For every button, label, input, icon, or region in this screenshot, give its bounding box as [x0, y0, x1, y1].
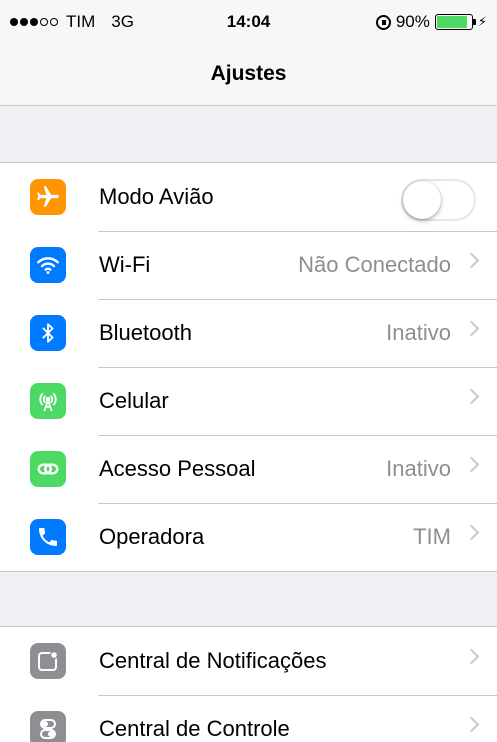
chevron-right-icon: [463, 716, 480, 733]
battery-icon: [434, 14, 476, 30]
hotspot-status-value: Inativo: [386, 456, 451, 481]
chevron-right-icon: [463, 648, 480, 665]
status-bar: TIM 3G 14:04 90% ⚡: [0, 0, 497, 40]
row-label: Bluetooth: [99, 320, 192, 345]
row-wifi[interactable]: Wi-Fi Não Conectado: [0, 231, 497, 299]
charging-bolt-icon: ⚡: [477, 14, 487, 29]
row-label: Modo Avião: [99, 184, 214, 209]
chevron-right-icon: [463, 252, 480, 269]
row-label: Operadora: [99, 524, 205, 549]
settings-group-connectivity: Modo Avião Wi-Fi Não Conectado Bluetooth…: [0, 162, 497, 572]
row-label: Acesso Pessoal: [99, 456, 256, 481]
personal-hotspot-icon: [30, 451, 66, 487]
settings-group-centers: Central de Notificações Central de Contr…: [0, 626, 497, 742]
toggle-knob: [403, 181, 441, 219]
row-bluetooth[interactable]: Bluetooth Inativo: [0, 299, 497, 367]
battery-percent: 90%: [395, 12, 430, 31]
row-cellular[interactable]: Celular: [0, 367, 497, 435]
status-bar-right: 90% ⚡: [375, 12, 487, 32]
row-label: Celular: [99, 388, 169, 413]
chevron-right-icon: [463, 388, 480, 405]
chevron-right-icon: [463, 524, 480, 541]
row-label: Wi-Fi: [99, 252, 151, 277]
notification-center-icon: [30, 643, 66, 679]
row-airplane-mode[interactable]: Modo Avião: [0, 163, 497, 231]
wifi-status-value: Não Conectado: [298, 252, 451, 277]
control-center-icon: [30, 711, 66, 742]
rotation-lock-icon: [375, 14, 391, 30]
cellular-antenna-icon: [30, 383, 66, 419]
phone-icon: [30, 519, 66, 555]
page-title: Ajustes: [210, 62, 287, 85]
bluetooth-status-value: Inativo: [386, 320, 451, 345]
row-control-center[interactable]: Central de Controle: [0, 695, 497, 742]
airplane-icon: [30, 179, 66, 215]
row-label: Central de Notificações: [99, 648, 327, 673]
row-label: Central de Controle: [99, 716, 290, 741]
navigation-bar: Ajustes: [0, 40, 497, 106]
airplane-mode-toggle[interactable]: [401, 179, 476, 221]
carrier-value: TIM: [413, 524, 451, 549]
bluetooth-icon: [30, 315, 66, 351]
chevron-right-icon: [463, 320, 480, 337]
row-notification-center[interactable]: Central de Notificações: [0, 627, 497, 695]
row-personal-hotspot[interactable]: Acesso Pessoal Inativo: [0, 435, 497, 503]
row-carrier[interactable]: Operadora TIM: [0, 503, 497, 571]
wifi-icon: [30, 247, 66, 283]
chevron-right-icon: [463, 456, 480, 473]
